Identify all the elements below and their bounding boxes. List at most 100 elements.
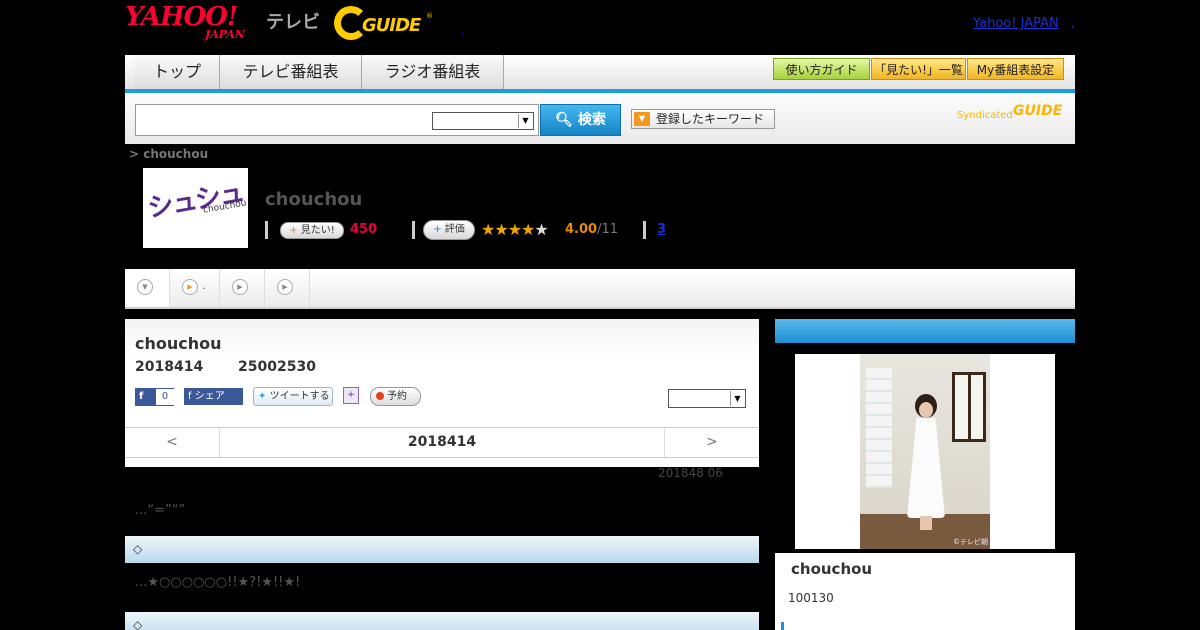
- side-panel: ©テレビ朝 chouchou 100130: [775, 319, 1075, 630]
- subtab-cast[interactable]: ▶: [220, 269, 265, 307]
- tab-radio-listings[interactable]: ラジオ番組表: [362, 55, 504, 89]
- header-dot-link[interactable]: ,: [461, 24, 465, 37]
- star-icon-filled: ★★★★: [481, 220, 535, 239]
- facebook-like-button[interactable]: f 0: [135, 388, 174, 406]
- registered-mark: ®: [426, 12, 433, 20]
- photo-credit: ©テレビ朝: [953, 538, 988, 546]
- japan-logo-text: JAPAN: [205, 28, 245, 41]
- play-icon: ▶: [182, 279, 198, 295]
- window-mullion: [968, 375, 971, 439]
- yahoo-logo-text: YAHOO!: [125, 2, 238, 32]
- side-panel-header: [775, 319, 1075, 343]
- tab-tv-listings[interactable]: テレビ番組表: [220, 55, 362, 89]
- subtab-reviews[interactable]: ▶: [265, 269, 310, 307]
- episode-pager: < 2018414 >: [125, 427, 759, 458]
- facebook-share-button[interactable]: f シェア: [184, 388, 243, 405]
- facebook-like-count: 0: [156, 389, 174, 405]
- chevron-down-icon: ▼: [730, 391, 744, 406]
- episode-description: ...“=”“”: [135, 503, 186, 518]
- syndicated-gguide-logo: GUIDE: [1013, 103, 1063, 119]
- play-icon: ▶: [277, 279, 293, 295]
- person-face: [919, 402, 933, 418]
- record-dot-icon: [376, 392, 384, 400]
- program-photo[interactable]: ©テレビ朝: [795, 354, 1055, 549]
- search-category-select[interactable]: ▼: [432, 112, 534, 130]
- sub-nav: ▼ ▶ . ▶ ▶: [125, 269, 1075, 309]
- episode-date: 2018414: [135, 359, 204, 375]
- rating-count: /11: [597, 222, 618, 237]
- play-icon: ▶: [232, 279, 248, 295]
- chevron-down-icon: ▼: [518, 114, 532, 128]
- rate-label: 評価: [444, 224, 465, 235]
- section-header: ◇: [125, 536, 759, 563]
- reviews-link[interactable]: 3: [657, 222, 666, 237]
- syndicated-label: Syndicated: [957, 110, 1013, 121]
- yahoo-japan-dot: ,: [1071, 16, 1076, 31]
- divider: [265, 221, 268, 239]
- side-section-marker: [781, 622, 784, 630]
- yahoo-japan-link[interactable]: Yahoo! JAPAN: [973, 16, 1059, 31]
- rating-stars: ★★★★★: [481, 220, 549, 239]
- main-nav: トップ テレビ番組表 ラジオ番組表 使い方ガイド 「見たい!」一覧 My番組表設…: [125, 55, 1075, 93]
- triangle-down-icon: ▼: [634, 112, 650, 126]
- plus-icon: +: [433, 224, 442, 235]
- divider: [643, 221, 646, 239]
- calendar-add-icon[interactable]: +: [343, 387, 359, 404]
- episode-time: 25002530: [238, 359, 316, 375]
- search-icon: 🔍︎: [555, 112, 573, 128]
- tweet-button[interactable]: ✦ ツイートする: [253, 387, 333, 406]
- episode-title: chouchou: [135, 334, 222, 353]
- person-legs: [920, 516, 932, 530]
- watchlist-button[interactable]: 「見たい!」一覧: [871, 58, 966, 80]
- thumbnail-title-text: シュシュ: [145, 177, 246, 225]
- subtab-episodes[interactable]: ▶ .: [170, 269, 220, 307]
- subtab-label: .: [202, 279, 206, 292]
- yahoo-japan-logo[interactable]: YAHOO! JAPAN: [125, 2, 265, 41]
- facebook-icon: f: [139, 391, 144, 402]
- divider: [412, 221, 415, 239]
- person-dress: [907, 418, 945, 518]
- my-schedule-settings-button[interactable]: My番組表設定: [967, 58, 1064, 80]
- section-header: ◇: [125, 612, 759, 630]
- registered-keywords-label: 登録したキーワード: [656, 112, 765, 126]
- updated-timestamp: 201848 06: [658, 466, 723, 480]
- want-to-watch-label: 見たい!: [300, 225, 335, 236]
- twitter-bird-icon: ✦: [258, 391, 267, 402]
- window: [952, 372, 986, 442]
- tab-top[interactable]: トップ: [135, 55, 220, 89]
- rate-button[interactable]: + 評価: [423, 220, 475, 240]
- program-title: chouchou: [265, 189, 363, 210]
- tweet-label: ツイートする: [269, 391, 330, 402]
- search-bar: ▼ 🔍︎ 検索 ▼ 登録したキーワード Syndicated GUIDE: [125, 93, 1075, 144]
- glass-block-wall: [866, 368, 892, 488]
- search-button[interactable]: 🔍︎ 検索: [540, 104, 621, 136]
- want-to-watch-button[interactable]: + 見たい!: [280, 222, 344, 239]
- registered-keywords-button[interactable]: ▼ 登録したキーワード: [631, 109, 775, 129]
- rating-score: 4.00: [565, 222, 598, 237]
- side-program-title: chouchou: [791, 560, 873, 578]
- photo-scene: ©テレビ朝: [860, 354, 990, 549]
- rating-value: 4.00/11: [565, 222, 618, 237]
- side-program-number: 100130: [788, 591, 834, 605]
- gguide-logo[interactable]: GUIDE ®: [334, 6, 434, 42]
- reserve-button[interactable]: 予約: [370, 387, 421, 406]
- episode-highlights: ...★○○○○○○!!★?!★!!★!: [135, 575, 301, 590]
- subtab-overview[interactable]: ▼: [125, 269, 170, 307]
- chevron-down-icon: ▼: [137, 279, 153, 295]
- current-episode-date: 2018414: [407, 434, 477, 450]
- program-thumbnail: シュシュ chouchou: [143, 168, 248, 248]
- prev-episode-button[interactable]: <: [125, 428, 220, 457]
- next-episode-button[interactable]: >: [664, 428, 759, 457]
- page: YAHOO! JAPAN テレビ GUIDE ® , Yahoo! JAPAN …: [0, 0, 1200, 630]
- tv-logo[interactable]: テレビ: [266, 8, 320, 34]
- want-to-watch-count: 450: [350, 222, 378, 237]
- search-button-label: 検索: [577, 112, 606, 128]
- gguide-logo-text: GUIDE: [362, 15, 421, 36]
- episode-select[interactable]: ▼: [668, 389, 746, 408]
- breadcrumb: > chouchou: [129, 147, 209, 161]
- star-icon-empty: ★: [534, 220, 548, 239]
- episode-panel: chouchou 2018414 25002530 f 0 f シェア ✦ ツイ…: [125, 319, 759, 467]
- plus-icon: +: [289, 225, 298, 236]
- guide-button[interactable]: 使い方ガイド: [773, 58, 870, 80]
- program-photo-frame: ©テレビ朝: [775, 343, 1075, 553]
